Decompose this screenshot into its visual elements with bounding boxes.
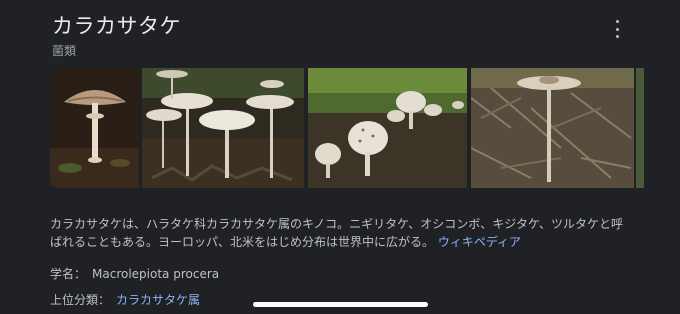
scientific-name-value: Macrolepiota procera <box>92 267 220 281</box>
scientific-name-row: 学名： Macrolepiota procera <box>50 265 219 282</box>
gallery-image-4[interactable] <box>471 68 634 188</box>
parent-taxon-link[interactable]: カラカサタケ属 <box>116 293 200 307</box>
wikipedia-link[interactable]: ウィキペディア <box>438 235 521 249</box>
image-gallery <box>50 68 644 188</box>
gallery-image-3[interactable] <box>308 68 467 188</box>
more-vert-icon <box>615 20 619 23</box>
entity-title: カラカサタケ <box>52 14 181 38</box>
gallery-image-1[interactable] <box>50 68 139 188</box>
entity-description: カラカサタケは、ハラタケ科カラカサタケ属のキノコ。ニギリタケ、オシコンボ、キジタ… <box>50 215 625 251</box>
parent-taxon-label: 上位分類： <box>50 293 111 307</box>
description-text: カラカサタケは、ハラタケ科カラカサタケ属のキノコ。ニギリタケ、オシコンボ、キジタ… <box>50 217 624 249</box>
gallery-image-5[interactable] <box>636 68 644 188</box>
parent-taxon-row: 上位分類： カラカサタケ属 <box>50 291 200 308</box>
more-options-button[interactable] <box>610 20 624 38</box>
scientific-name-label: 学名： <box>50 267 87 281</box>
gallery-image-2[interactable] <box>142 68 304 188</box>
entity-subtitle: 菌類 <box>52 44 77 58</box>
home-indicator[interactable] <box>253 302 428 307</box>
